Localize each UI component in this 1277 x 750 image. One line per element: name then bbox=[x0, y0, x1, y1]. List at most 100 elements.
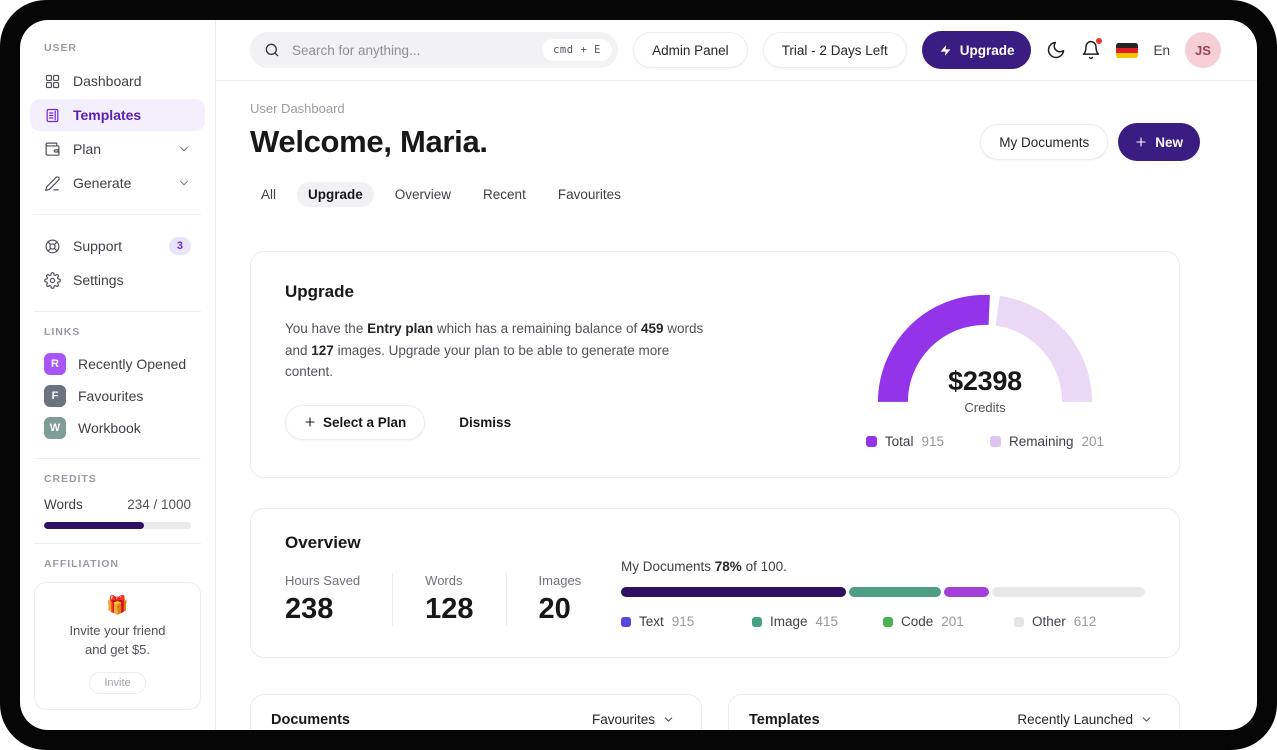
sidebar-item-support[interactable]: Support 3 bbox=[30, 230, 205, 262]
sidebar-link-recently-opened[interactable]: R Recently Opened bbox=[30, 348, 205, 380]
legend-swatch bbox=[865, 436, 877, 447]
sidebar-divider bbox=[34, 458, 201, 459]
stat-value: 20 bbox=[538, 593, 571, 625]
overview-card: Overview Hours Saved 238 Words 128 Image… bbox=[250, 508, 1180, 658]
notifications-button[interactable] bbox=[1081, 37, 1104, 60]
upgrade-card-body: You have the Entry plan which has a rema… bbox=[285, 318, 717, 383]
sidebar-item-label: Dashboard bbox=[73, 73, 142, 89]
sidebar-divider bbox=[34, 214, 201, 215]
app-window: USER Dashboard Templates Plan Generate S… bbox=[20, 20, 1257, 730]
sidebar-item-generate[interactable]: Generate bbox=[30, 167, 205, 199]
caption-text: of 100. bbox=[741, 559, 787, 574]
credits-gauge: $2398 Credits bbox=[867, 282, 1103, 419]
affiliation-line2: and get $5. bbox=[84, 641, 151, 657]
tab-overview[interactable]: Overview bbox=[384, 182, 462, 207]
legend-value: 612 bbox=[1073, 614, 1097, 629]
gauge-value: $2398 bbox=[948, 366, 1022, 396]
stacked-progress-bar bbox=[621, 587, 1145, 597]
documents-card-header: Documents Favourites bbox=[251, 695, 701, 730]
documents-card: Documents Favourites Untitled Document i… bbox=[250, 694, 702, 730]
dismiss-button[interactable]: Dismiss bbox=[453, 414, 517, 431]
stat-value: 128 bbox=[425, 593, 474, 625]
legend-item-code: Code 201 bbox=[883, 614, 1014, 629]
tab-all[interactable]: All bbox=[250, 182, 287, 207]
legend-value: 915 bbox=[671, 614, 695, 629]
topbar-right: Admin Panel Trial - 2 Days Left Upgrade bbox=[633, 31, 1221, 69]
gauge-center: $2398 Credits bbox=[867, 366, 1103, 415]
bottom-cards: Documents Favourites Untitled Document i… bbox=[250, 694, 1180, 730]
sidebar-item-plan[interactable]: Plan bbox=[30, 133, 205, 165]
documents-filter-dropdown[interactable]: Favourites bbox=[586, 711, 681, 728]
search-icon bbox=[265, 43, 279, 57]
sidebar-link-workbook[interactable]: W Workbook bbox=[30, 412, 205, 444]
search-input[interactable] bbox=[290, 41, 533, 59]
legend-item-text: Text 915 bbox=[621, 614, 752, 629]
sidebar-section-user: USER bbox=[44, 42, 77, 54]
legend-swatch bbox=[883, 616, 893, 627]
templates-filter-dropdown[interactable]: Recently Launched bbox=[1011, 711, 1159, 728]
credits-name: Words bbox=[44, 497, 83, 512]
templates-card-header: Templates Recently Launched bbox=[729, 695, 1179, 730]
stat-divider bbox=[392, 573, 394, 626]
plus-icon bbox=[305, 417, 315, 427]
upgrade-card-actions: Select a Plan Dismiss bbox=[285, 404, 717, 440]
sidebar-item-label: Support bbox=[73, 238, 123, 254]
lifebuoy-icon bbox=[45, 239, 60, 253]
legend-swatch bbox=[1014, 616, 1024, 627]
legend-value: 201 bbox=[1081, 434, 1105, 449]
flag-stripe-gold bbox=[1116, 52, 1139, 58]
chevron-down-icon bbox=[177, 142, 191, 156]
support-count-badge: 3 bbox=[168, 237, 191, 255]
moon-icon bbox=[1048, 41, 1065, 59]
stat-images: Images 20 bbox=[539, 573, 582, 626]
tab-upgrade[interactable]: Upgrade bbox=[297, 182, 374, 207]
select-plan-button[interactable]: Select a Plan bbox=[285, 404, 426, 440]
sidebar-item-label: Settings bbox=[73, 272, 124, 288]
sidebar-link-favourites[interactable]: F Favourites bbox=[30, 380, 205, 412]
documents-progress-caption: My Documents 78% of 100. bbox=[621, 559, 1145, 574]
admin-panel-button[interactable]: Admin Panel bbox=[633, 32, 748, 68]
upgrade-card-title: Upgrade bbox=[285, 282, 354, 301]
credits-progress-track bbox=[44, 522, 191, 529]
tab-recent[interactable]: Recent bbox=[472, 182, 537, 207]
sidebar-divider bbox=[34, 311, 201, 312]
sidebar-item-templates[interactable]: Templates bbox=[30, 99, 205, 131]
legend-item-remaining: Remaining 201 bbox=[989, 434, 1105, 449]
new-button[interactable]: New bbox=[1118, 123, 1200, 161]
user-avatar[interactable]: JS bbox=[1185, 32, 1221, 68]
legend-value: 915 bbox=[921, 434, 944, 449]
sidebar-section-affiliation: AFFILIATION bbox=[44, 558, 119, 570]
documents-card-title: Documents bbox=[271, 711, 350, 728]
my-documents-button[interactable]: My Documents bbox=[980, 124, 1109, 160]
invite-button[interactable]: Invite bbox=[89, 671, 146, 694]
upgrade-button[interactable]: Upgrade bbox=[921, 31, 1032, 69]
sidebar-item-settings[interactable]: Settings bbox=[30, 264, 205, 296]
legend-label: Text bbox=[639, 614, 664, 629]
sidebar-link-label: Workbook bbox=[78, 420, 141, 436]
main-area: cmd + E Admin Panel Trial - 2 Days Left … bbox=[216, 20, 1257, 730]
sidebar-link-label: Favourites bbox=[78, 388, 144, 404]
dark-mode-toggle[interactable] bbox=[1046, 40, 1066, 60]
bar-legend: Text 915 Image 415 Code 201 Other 612 bbox=[621, 614, 1145, 629]
tab-favourites[interactable]: Favourites bbox=[547, 182, 632, 207]
stat-label: Images bbox=[538, 573, 582, 588]
affiliation-text: Invite your friend and get $5. bbox=[43, 622, 192, 660]
legend-swatch bbox=[621, 616, 631, 627]
credits-gauge-block: $2398 Credits Total 915 Remaining 201 bbox=[829, 282, 1145, 449]
legend-label: Total bbox=[884, 434, 914, 449]
gauge-legend: Total 915 Remaining 201 bbox=[865, 434, 1105, 449]
legend-swatch bbox=[752, 616, 762, 627]
legend-label: Image bbox=[770, 614, 808, 629]
search-bar[interactable]: cmd + E bbox=[250, 32, 618, 68]
trial-button[interactable]: Trial - 2 Days Left bbox=[762, 32, 907, 68]
sidebar-item-dashboard[interactable]: Dashboard bbox=[30, 65, 205, 97]
body-text-bold: 127 bbox=[311, 342, 334, 358]
language-label[interactable]: En bbox=[1153, 43, 1170, 58]
affiliation-card: 🎁 Invite your friend and get $5. Invite bbox=[34, 582, 201, 710]
stat-value: 238 bbox=[285, 593, 334, 625]
stat-words: Words 128 bbox=[425, 573, 473, 626]
german-flag-icon[interactable] bbox=[1116, 42, 1139, 58]
gear-icon bbox=[44, 271, 61, 289]
body-text: which has a remaining balance of bbox=[433, 321, 641, 336]
body-text: images. Upgrade your plan to be able to … bbox=[285, 342, 670, 380]
